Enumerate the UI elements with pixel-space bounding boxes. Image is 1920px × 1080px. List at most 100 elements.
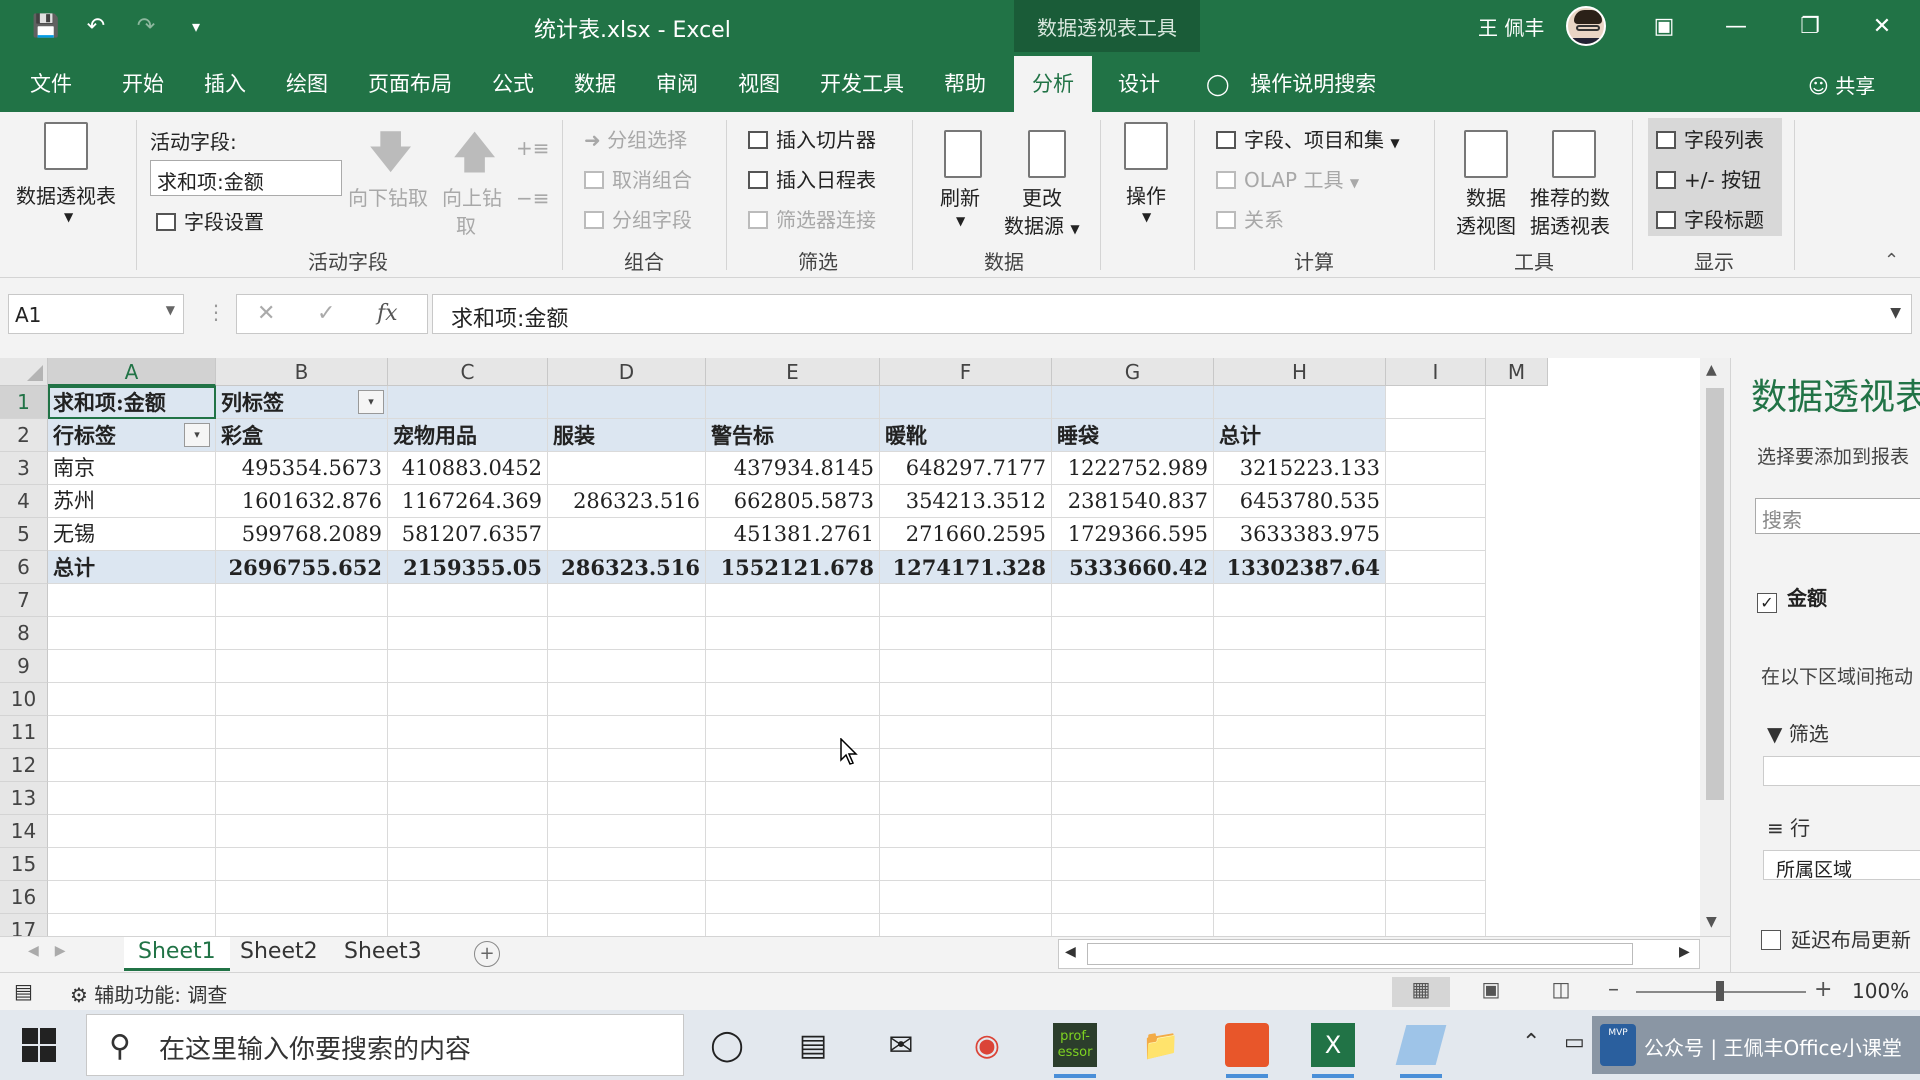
professor-app-icon[interactable]: prof-essor bbox=[1048, 1018, 1102, 1078]
empty-cell[interactable] bbox=[880, 716, 1052, 749]
empty-cell[interactable] bbox=[216, 749, 388, 782]
empty-cell[interactable] bbox=[216, 782, 388, 815]
accessibility-status[interactable]: ⚙ 辅助功能: 调查 bbox=[70, 979, 227, 1008]
empty-cell[interactable] bbox=[548, 881, 706, 914]
pivot-value-cell[interactable]: 437934.8145 bbox=[706, 452, 880, 485]
formula-input[interactable]: 求和项:金额 ▼ bbox=[432, 294, 1912, 334]
empty-cell[interactable] bbox=[880, 815, 1052, 848]
insert-slicer-button[interactable]: 插入切片器 bbox=[748, 124, 876, 153]
pivot-column-item[interactable]: 宠物用品 bbox=[388, 419, 548, 452]
tab-analyze[interactable]: 分析 bbox=[1014, 56, 1092, 112]
empty-cell[interactable] bbox=[388, 782, 548, 815]
pivot-header-cell[interactable] bbox=[1214, 386, 1386, 419]
empty-cell[interactable] bbox=[548, 617, 706, 650]
empty-cell[interactable] bbox=[388, 584, 548, 617]
row-header[interactable]: 11 bbox=[0, 716, 48, 749]
column-header-i[interactable]: I bbox=[1386, 358, 1486, 386]
empty-cell[interactable] bbox=[48, 848, 216, 881]
empty-cell[interactable] bbox=[1386, 749, 1486, 782]
empty-cell[interactable] bbox=[1052, 848, 1214, 881]
drill-down-button[interactable]: 向下钻取 bbox=[348, 182, 428, 211]
column-header-f[interactable]: F bbox=[880, 358, 1052, 386]
row-header[interactable]: 13 bbox=[0, 782, 48, 815]
field-settings-button[interactable]: 字段设置 bbox=[156, 206, 264, 235]
pivot-grand-total-label[interactable]: 总计 bbox=[48, 551, 216, 584]
tab-design[interactable]: 设计 bbox=[1118, 68, 1160, 98]
empty-cell[interactable] bbox=[880, 848, 1052, 881]
restore-icon[interactable]: ❐ bbox=[1790, 8, 1830, 44]
checkbox-checked-icon[interactable]: ✓ bbox=[1757, 593, 1777, 613]
empty-cell[interactable] bbox=[48, 914, 216, 936]
row-header[interactable]: 16 bbox=[0, 881, 48, 914]
empty-cell[interactable] bbox=[548, 650, 706, 683]
pivot-value-cell[interactable]: 3215223.133 bbox=[1214, 452, 1386, 485]
close-icon[interactable]: ✕ bbox=[1862, 8, 1902, 44]
empty-cell[interactable] bbox=[1386, 683, 1486, 716]
field-item-amount[interactable]: ✓ 金额 bbox=[1757, 582, 1827, 613]
row-header[interactable]: 9 bbox=[0, 650, 48, 683]
relationships-button[interactable]: 关系 bbox=[1216, 204, 1284, 233]
empty-cell[interactable] bbox=[1052, 914, 1214, 936]
fields-items-sets-button[interactable]: 字段、项目和集 ▼ bbox=[1216, 124, 1400, 153]
macro-record-icon[interactable]: ▤ bbox=[14, 979, 33, 1003]
row-filter-dropdown-icon[interactable]: ▾ bbox=[184, 423, 210, 447]
empty-cell[interactable] bbox=[1386, 815, 1486, 848]
empty-cell[interactable] bbox=[48, 782, 216, 815]
ungroup-button[interactable]: 取消组合 bbox=[584, 164, 692, 193]
empty-cell[interactable] bbox=[48, 584, 216, 617]
column-header-a[interactable]: A bbox=[48, 358, 216, 386]
save-icon[interactable]: 💾 bbox=[30, 10, 62, 42]
mail-icon[interactable]: ✉ bbox=[874, 1018, 928, 1072]
formula-bar-grip-icon[interactable]: ⋮ bbox=[206, 300, 226, 324]
pivot-value-cell[interactable]: 354213.3512 bbox=[880, 485, 1052, 518]
sheet-tab-sheet3[interactable]: Sheet3 bbox=[330, 937, 436, 971]
notepad-app-icon[interactable] bbox=[1394, 1018, 1448, 1078]
empty-cell[interactable] bbox=[1386, 881, 1486, 914]
pivot-value-field-header[interactable]: 求和项:金额 bbox=[48, 386, 216, 419]
collapse-ribbon-icon[interactable]: ⌃ bbox=[1884, 250, 1899, 271]
empty-cell[interactable] bbox=[1386, 452, 1486, 485]
empty-cell[interactable] bbox=[880, 914, 1052, 936]
chevron-down-icon[interactable]: ▼ bbox=[64, 210, 73, 224]
pivot-grand-total-cell[interactable]: 2159355.05 bbox=[388, 551, 548, 584]
vertical-scrollbar[interactable]: ▲ ▼ bbox=[1700, 358, 1730, 936]
column-header-b[interactable]: B bbox=[216, 358, 388, 386]
group-selection-button[interactable]: ➜ 分组选择 bbox=[584, 124, 687, 153]
horizontal-scrollbar[interactable]: ◀ ▶ bbox=[1058, 939, 1700, 969]
row-header[interactable]: 4 bbox=[0, 485, 48, 518]
empty-cell[interactable] bbox=[216, 815, 388, 848]
column-header-c[interactable]: C bbox=[388, 358, 548, 386]
tab-file[interactable]: 文件 bbox=[30, 68, 72, 98]
field-list-toggle[interactable]: 字段列表 bbox=[1656, 124, 1764, 153]
tab-formulas[interactable]: 公式 bbox=[492, 68, 534, 98]
scroll-down-icon[interactable]: ▼ bbox=[1706, 914, 1717, 930]
empty-cell[interactable] bbox=[706, 848, 880, 881]
empty-cell[interactable] bbox=[388, 815, 548, 848]
empty-cell[interactable] bbox=[216, 881, 388, 914]
cortana-icon[interactable]: ◯ bbox=[700, 1018, 754, 1072]
empty-cell[interactable] bbox=[706, 617, 880, 650]
insert-timeline-button[interactable]: 插入日程表 bbox=[748, 164, 876, 193]
empty-cell[interactable] bbox=[1386, 551, 1486, 584]
scroll-right-icon[interactable]: ▶ bbox=[1679, 944, 1690, 960]
network-icon[interactable]: ▭ bbox=[1564, 1030, 1585, 1055]
empty-cell[interactable] bbox=[1386, 782, 1486, 815]
refresh-dropdown-icon[interactable]: ▼ bbox=[956, 214, 965, 228]
pivot-column-item[interactable]: 总计 bbox=[1214, 419, 1386, 452]
pivot-value-cell[interactable]: 3633383.975 bbox=[1214, 518, 1386, 551]
user-name[interactable]: 王 佩丰 bbox=[1478, 12, 1544, 41]
empty-cell[interactable] bbox=[1052, 881, 1214, 914]
powerpoint-app-icon[interactable] bbox=[1220, 1018, 1274, 1078]
row-header[interactable]: 14 bbox=[0, 815, 48, 848]
expand-field-icon[interactable]: +≡ bbox=[516, 136, 550, 160]
pivot-value-cell[interactable]: 581207.6357 bbox=[388, 518, 548, 551]
empty-cell[interactable] bbox=[706, 782, 880, 815]
empty-cell[interactable] bbox=[1386, 848, 1486, 881]
empty-cell[interactable] bbox=[1386, 617, 1486, 650]
select-all-corner[interactable] bbox=[0, 358, 48, 386]
empty-cell[interactable] bbox=[548, 782, 706, 815]
pivot-chart-button[interactable]: 数据 bbox=[1466, 182, 1506, 211]
empty-cell[interactable] bbox=[880, 782, 1052, 815]
name-box-dropdown-icon[interactable]: ▼ bbox=[166, 303, 175, 317]
taskbar-search-input[interactable]: ⚲ 在这里输入你要搜索的内容 bbox=[86, 1014, 684, 1076]
